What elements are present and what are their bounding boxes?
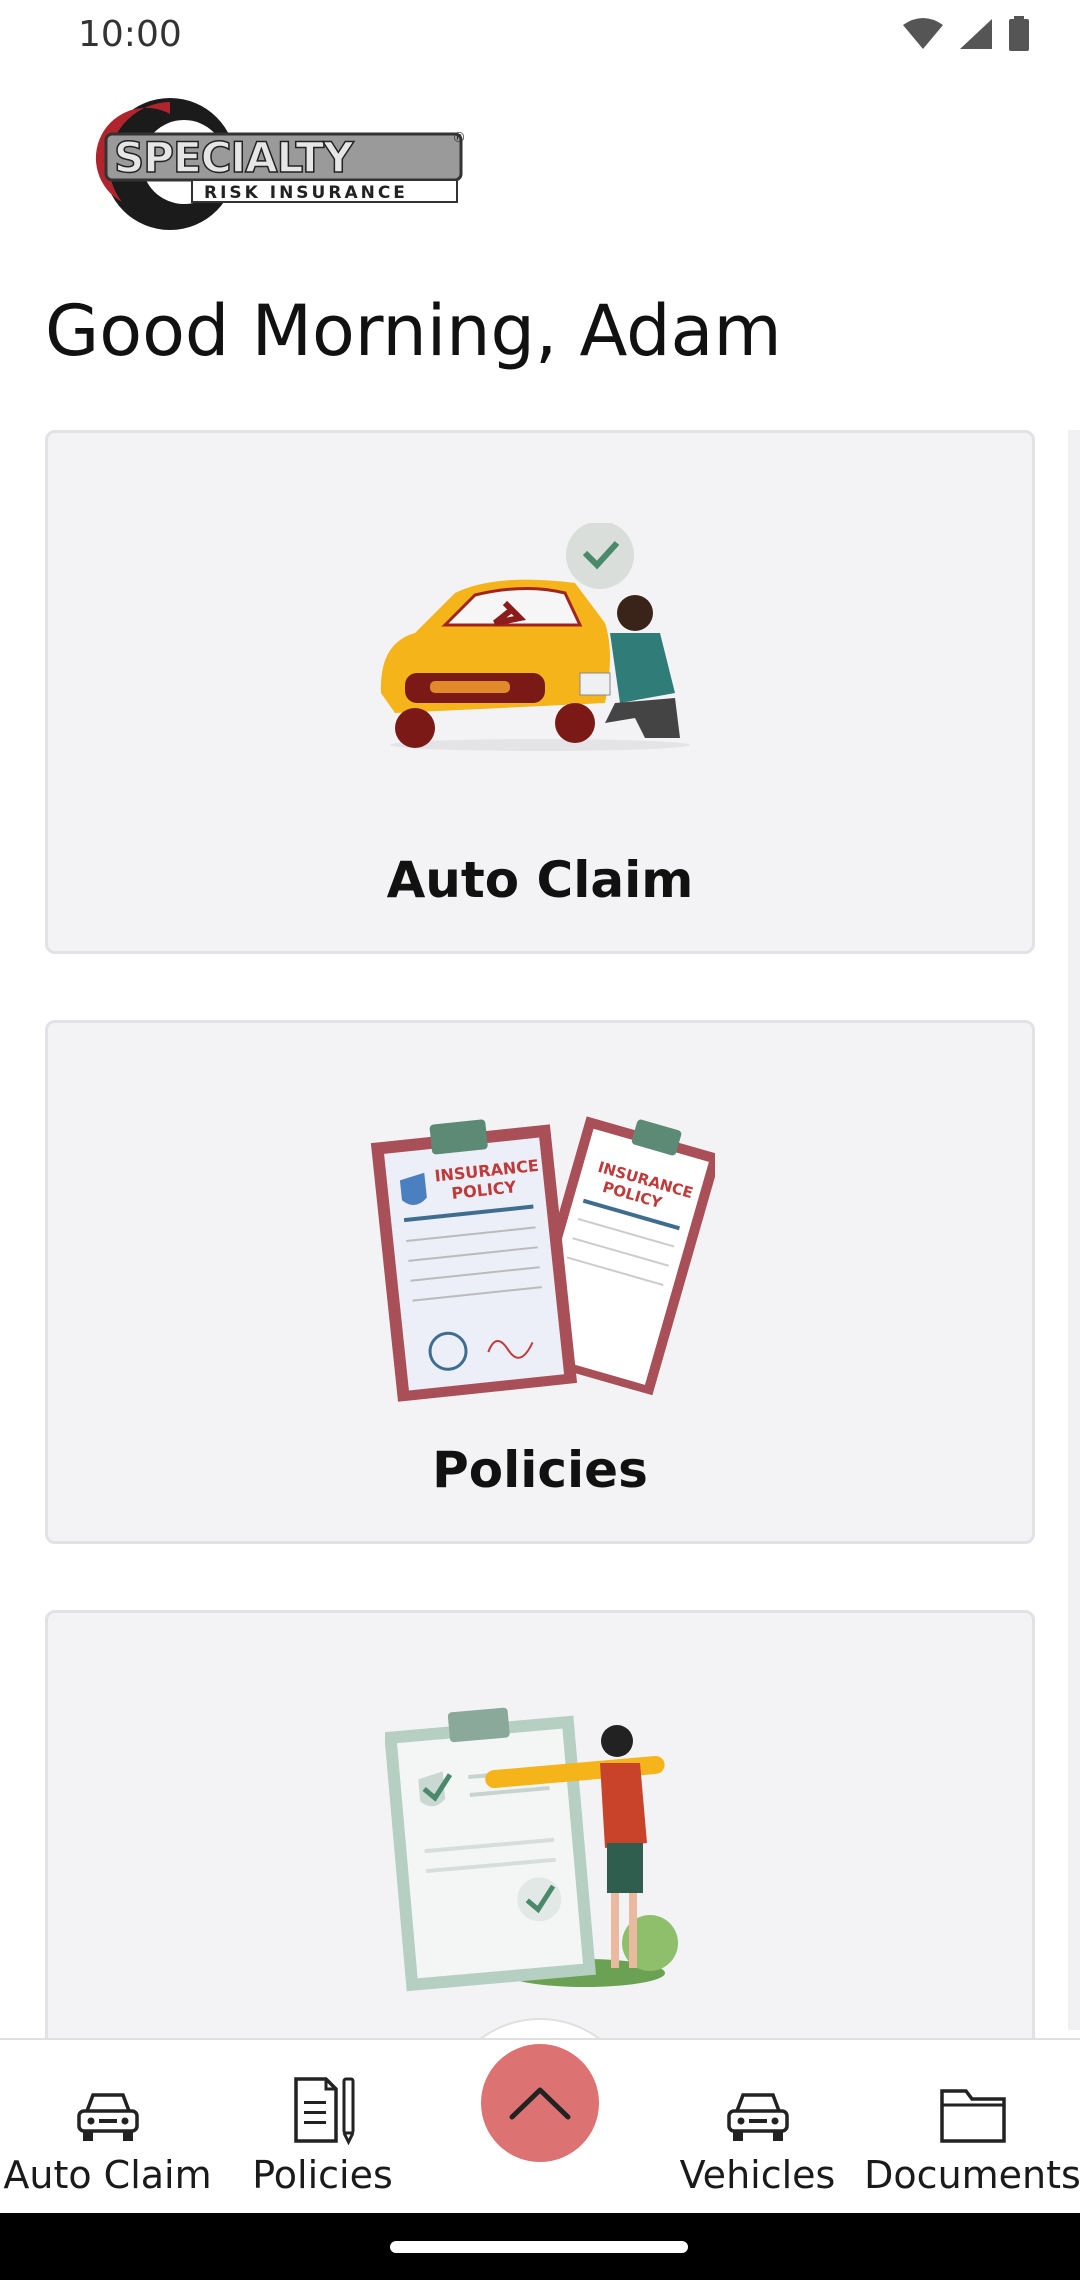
battery-icon <box>1009 16 1029 51</box>
folder-icon <box>939 2089 1006 2143</box>
company-logo: SPECIALTY RISK INSURANCE ® <box>92 92 472 242</box>
status-time: 10:00 <box>78 14 182 55</box>
wifi-icon <box>903 18 943 49</box>
greeting-title: Good Morning, Adam <box>45 290 782 372</box>
car-icon <box>726 2093 789 2141</box>
document-pen-icon <box>293 2077 354 2145</box>
insurance-policy-illustration: INSURANCE POLICY INSURANCE POLICY <box>365 1113 722 1403</box>
auto-claim-label: Auto Claim <box>386 851 694 909</box>
chevron-up-icon <box>509 2087 571 2120</box>
status-bar: 10:00 <box>0 0 1080 70</box>
logo-brand-sub: RISK INSURANCE <box>204 183 408 203</box>
car-icon <box>76 2093 139 2141</box>
car-inspection-illustration <box>375 521 705 753</box>
nav-item-policies[interactable]: Policies <box>215 2040 430 2215</box>
nav-item-auto-claim[interactable]: Auto Claim <box>0 2040 215 2215</box>
policies-label: Policies <box>432 1441 648 1499</box>
checklist-card[interactable] <box>45 1610 1035 2080</box>
fab-expand-button[interactable] <box>481 2044 599 2162</box>
nav-item-documents[interactable]: Documents <box>864 2040 1080 2215</box>
auto-claim-card[interactable]: Auto Claim <box>45 430 1035 954</box>
nav-label-documents: Documents <box>864 2153 1080 2197</box>
checklist-illustration <box>384 1703 695 1993</box>
policies-card[interactable]: INSURANCE POLICY INSURANCE POLICY Polici… <box>45 1020 1035 1544</box>
gesture-nav-bar <box>0 2213 1080 2280</box>
logo-brand-main: SPECIALTY <box>114 133 354 182</box>
nav-label-auto-claim: Auto Claim <box>3 2153 212 2197</box>
home-gesture-handle[interactable] <box>390 2241 688 2253</box>
signal-icon <box>960 19 992 49</box>
nav-label-policies: Policies <box>252 2153 393 2197</box>
scroll-track <box>1068 430 1080 2030</box>
status-icons <box>902 16 1030 52</box>
logo-registered: ® <box>452 130 466 146</box>
nav-label-vehicles: Vehicles <box>679 2153 836 2197</box>
nav-item-vehicles[interactable]: Vehicles <box>650 2040 865 2215</box>
